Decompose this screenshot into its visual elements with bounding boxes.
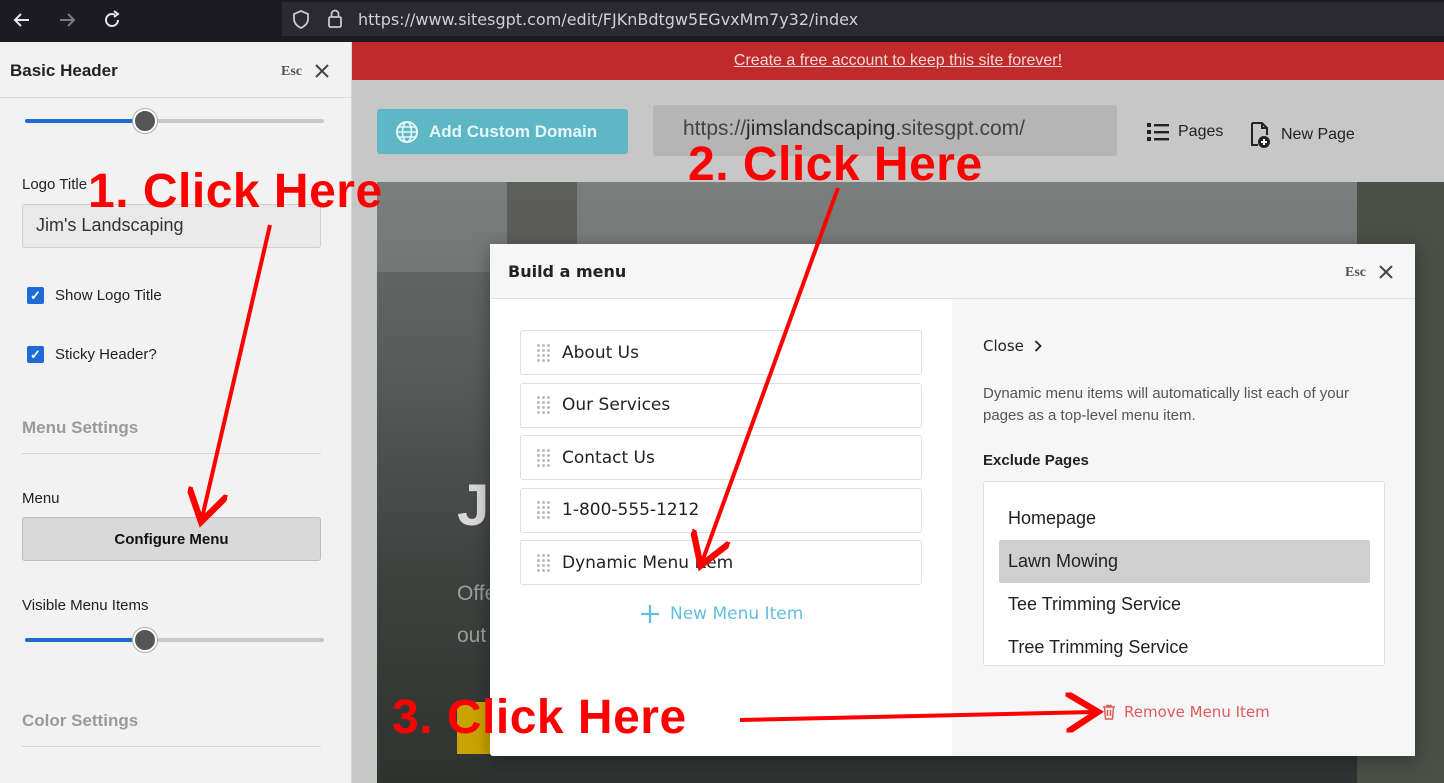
menu-item-label: Contact Us [562,447,655,468]
modal-title: Build a menu [508,262,627,281]
exclude-page-option[interactable]: Lawn Mowing [999,540,1370,583]
close-label: Close [983,337,1024,355]
exclude-page-option[interactable]: Homepage [999,497,1370,540]
trash-icon [1103,704,1115,720]
visible-menu-items-slider[interactable] [25,628,324,652]
visible-menu-items-label: Visible Menu Items [22,597,149,614]
menu-item-label: Dynamic Menu Item [562,552,734,573]
new-menu-item-label: New Menu Item [670,604,804,624]
build-menu-modal: Build a menu Esc About Us Our Services Con… [490,244,1415,756]
globe-icon [396,120,418,143]
exclude-pages-label: Exclude Pages [983,452,1089,469]
menu-item-label: About Us [562,342,639,363]
forward-arrow-icon[interactable] [53,6,81,34]
modal-esc-label[interactable]: Esc [1345,265,1366,281]
lock-icon[interactable] [327,9,343,28]
shield-icon[interactable] [292,10,310,29]
add-custom-domain-button[interactable]: Add Custom Domain [377,109,628,154]
exclude-pages-listbox[interactable]: Homepage Lawn Mowing Tee Trimming Service T… [983,481,1385,666]
drag-handle-icon[interactable] [537,448,550,467]
exclude-page-option[interactable]: Tee Trimming Service [999,583,1370,626]
url-text[interactable]: https://www.sitesgpt.com/edit/FJKnBdtgw5… [358,10,858,29]
hero-subtext-line2: out [457,624,487,647]
pages-label: Pages [1178,123,1224,140]
show-logo-title-checkbox[interactable]: ✓ [27,287,44,304]
header-size-slider[interactable] [25,109,324,133]
pages-button[interactable]: Pages [1146,121,1223,143]
editor-panel: Basic Header Esc Logo Title Jim's Landsc… [0,42,352,783]
create-account-link[interactable]: Create a free account to keep this site … [734,52,1062,70]
reload-icon[interactable] [98,6,126,34]
address-bar[interactable]: https://www.sitesgpt.com/edit/FJKnBdtgw5… [282,2,1444,36]
new-page-label: New Page [1281,126,1355,143]
sticky-header-checkbox[interactable]: ✓ [27,346,44,363]
new-menu-item-button[interactable]: New Menu Item [640,604,803,624]
modal-header: Build a menu Esc [490,244,1415,299]
close-icon[interactable] [1378,264,1394,280]
promo-banner: Create a free account to keep this site … [352,42,1444,80]
menu-item-label: Our Services [562,395,671,415]
logo-title-label: Logo Title [22,176,88,193]
add-custom-domain-label: Add Custom Domain [429,121,598,141]
slider-handle[interactable] [132,628,157,652]
panel-header: Basic Header Esc [0,42,351,98]
menu-settings-heading: Menu Settings [22,418,139,437]
sticky-header-label: Sticky Header? [55,346,157,363]
new-page-icon [1251,122,1270,148]
annotation-step3: 3. Click Here [392,691,687,744]
drag-handle-icon[interactable] [537,553,550,572]
remove-menu-item-button[interactable]: Remove Menu Item [1102,703,1270,721]
plus-icon [641,605,659,623]
divider [22,746,321,747]
menu-item[interactable]: Contact Us [520,435,922,480]
menu-item[interactable]: Our Services [520,382,922,428]
new-page-button[interactable]: New Page [1247,121,1355,149]
slider-handle[interactable] [132,109,157,133]
drag-handle-icon[interactable] [537,343,550,362]
list-icon [1147,123,1169,141]
menu-item[interactable]: About Us [520,330,922,375]
annotation-step2: 2. Click Here [688,138,983,191]
chevron-right-icon [1034,340,1042,352]
menu-label: Menu [22,490,60,507]
menu-item[interactable]: 1-800-555-1212 [520,487,922,533]
menu-item-label: 1-800-555-1212 [562,500,700,520]
close-settings-button[interactable]: Close [983,337,1042,355]
drag-handle-icon[interactable] [537,396,550,414]
menu-item-settings-pane: Close Dynamic menu items will automatica… [952,299,1415,756]
panel-title: Basic Header [10,61,118,80]
menu-item[interactable]: Dynamic Menu Item [520,540,922,585]
annotation-step1: 1. Click Here [88,165,383,218]
show-logo-title-label: Show Logo Title [55,287,162,304]
dynamic-menu-description: Dynamic menu items will automatically li… [983,385,1349,424]
drag-handle-icon[interactable] [537,501,550,519]
exclude-page-option[interactable]: Tree Trimming Service [999,626,1370,665]
divider [22,453,321,454]
browser-toolbar: https://www.sitesgpt.com/edit/FJKnBdtgw5… [0,0,1444,40]
remove-menu-item-label: Remove Menu Item [1124,703,1270,721]
panel-esc-label[interactable]: Esc [281,64,302,80]
close-icon[interactable] [314,63,330,79]
hero-heading: J [457,473,490,538]
back-arrow-icon[interactable] [8,6,36,34]
configure-menu-button[interactable]: Configure Menu [22,517,321,561]
color-settings-heading: Color Settings [22,711,139,730]
